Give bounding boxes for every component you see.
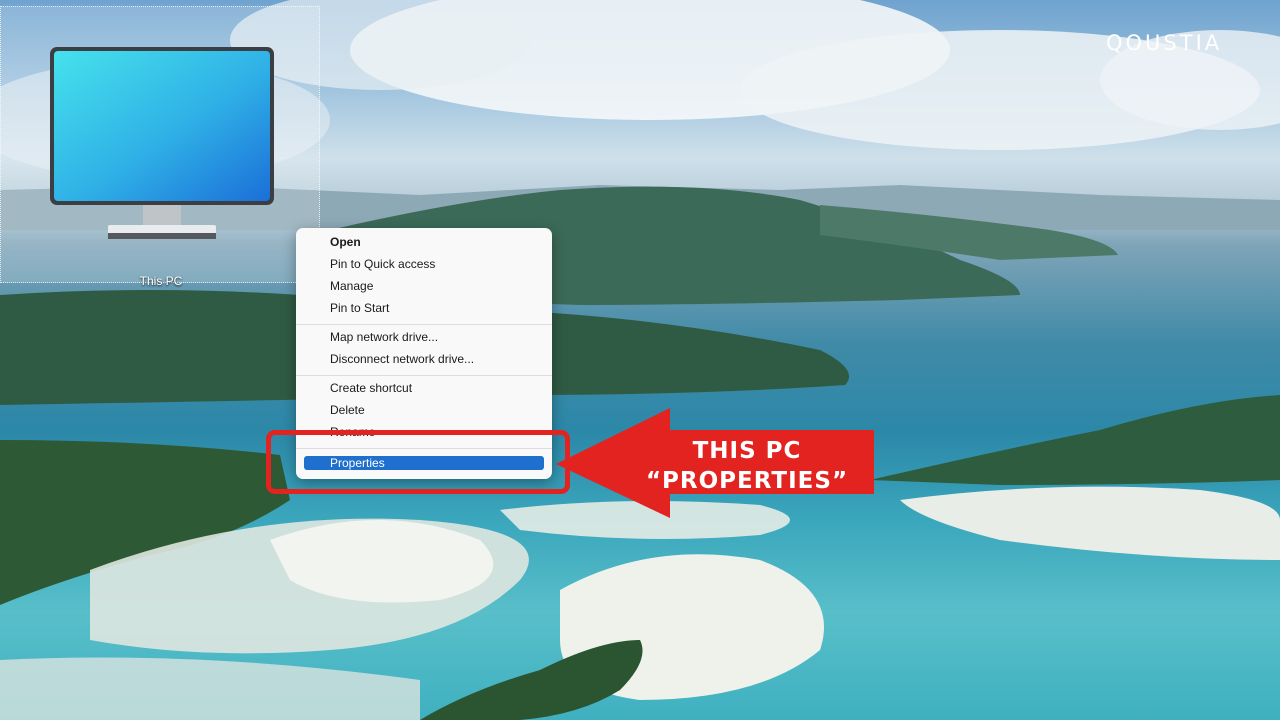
menu-separator — [296, 375, 552, 376]
menu-item-pin-quick-access[interactable]: Pin to Quick access — [304, 254, 544, 275]
menu-item-open[interactable]: Open — [304, 232, 544, 253]
properties-highlight-box — [266, 430, 570, 494]
callout-line-1: THIS PC — [692, 438, 802, 464]
menu-item-manage[interactable]: Manage — [304, 276, 544, 297]
monitor-icon — [50, 47, 274, 239]
callout-line-2: “PROPERTIES” — [645, 468, 849, 494]
menu-item-delete[interactable]: Delete — [304, 400, 544, 421]
desktop: QOUSTIA This PC Open Pin to Quick access… — [0, 0, 1280, 720]
this-pc-label: This PC — [139, 274, 183, 288]
this-pc-desktop-icon[interactable]: This PC — [0, 6, 320, 288]
menu-item-disconnect-network-drive[interactable]: Disconnect network drive... — [304, 349, 544, 370]
menu-item-create-shortcut[interactable]: Create shortcut — [304, 378, 544, 399]
brand-logo: QOUSTIA — [1106, 31, 1223, 55]
menu-item-map-network-drive[interactable]: Map network drive... — [304, 327, 544, 348]
menu-separator — [296, 324, 552, 325]
callout-text: THIS PC “PROPERTIES” — [620, 436, 874, 496]
menu-item-pin-to-start[interactable]: Pin to Start — [304, 298, 544, 319]
